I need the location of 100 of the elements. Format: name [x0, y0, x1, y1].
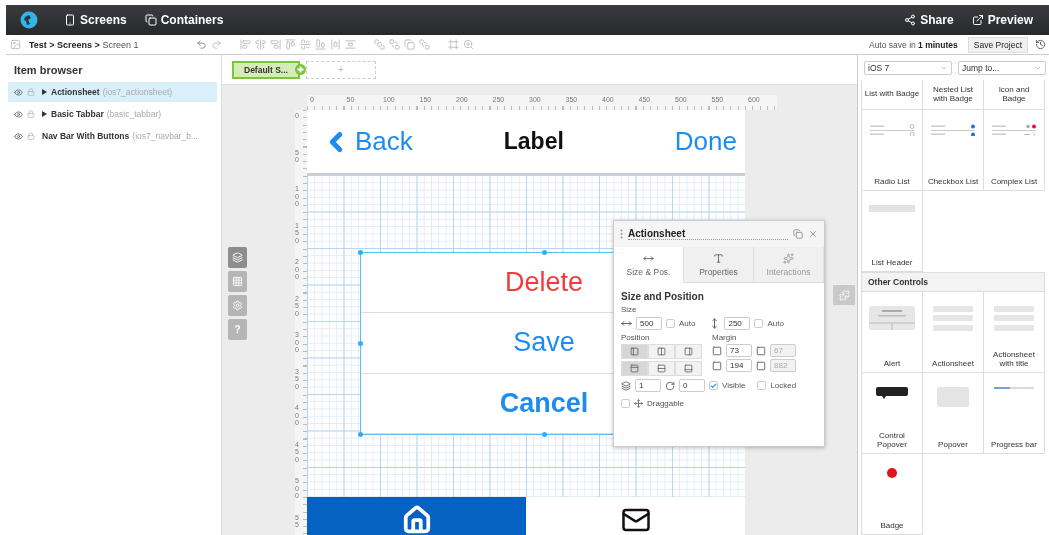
lock-icon[interactable] [27, 110, 35, 118]
checkbox[interactable] [757, 381, 767, 390]
panel-toggle-button[interactable] [833, 285, 855, 305]
library-item[interactable]: Actionsheet with title [984, 292, 1045, 373]
checkbox[interactable] [666, 319, 675, 328]
radio-list-thumbnail [869, 124, 915, 136]
panel-tab[interactable]: Properties [684, 247, 754, 283]
section-header: Other Controls [861, 272, 1045, 292]
item-row[interactable]: Actionsheet (ios7_actionsheet) [8, 82, 217, 102]
checkbox[interactable] [754, 319, 764, 328]
expand-arrow-icon[interactable] [42, 89, 47, 95]
resize-handle[interactable] [358, 341, 363, 346]
expand-arrow-icon[interactable] [42, 111, 47, 117]
lock-icon[interactable] [27, 132, 35, 140]
share-icon [904, 14, 917, 26]
nav-button[interactable]: Share [902, 11, 956, 29]
checkbox[interactable] [621, 399, 630, 408]
badge-thumbnail [887, 468, 897, 478]
library-item[interactable]: Icon and Badge [984, 80, 1045, 110]
library-item[interactable]: Popover [923, 373, 984, 454]
margin-field[interactable]: 73 [726, 344, 752, 357]
align-bottom-icon[interactable] [315, 39, 327, 50]
layer-icon [621, 380, 631, 391]
item-row[interactable]: Nav Bar With Buttons (ios7_navbar_b... [8, 126, 217, 146]
position-button[interactable] [621, 361, 648, 376]
library-item[interactable]: Progress bar [984, 373, 1045, 454]
grid-button[interactable] [228, 271, 247, 292]
panel-tab[interactable]: Size & Pos. [614, 247, 684, 283]
undo-icon[interactable] [196, 39, 208, 50]
resize-handle[interactable] [358, 432, 363, 437]
checkbox[interactable] [709, 381, 718, 390]
library-item[interactable]: List Header [862, 191, 923, 272]
nav-button[interactable]: Preview [969, 11, 1035, 29]
rotate-icon [665, 380, 675, 391]
eye-icon[interactable] [14, 87, 23, 97]
home-icon [401, 505, 432, 535]
position-button[interactable] [648, 344, 675, 359]
align-center-icon [657, 347, 666, 356]
library-item[interactable]: Complex List [984, 110, 1045, 191]
resize-handle[interactable] [542, 432, 547, 437]
eye-icon[interactable] [14, 131, 23, 141]
rotation-field[interactable]: 0 [679, 379, 705, 392]
align-right-icon[interactable] [270, 39, 282, 50]
height-field[interactable]: 250 [724, 317, 751, 330]
field-label: Position [621, 333, 651, 342]
position-button[interactable] [648, 361, 675, 376]
add-icon[interactable] [294, 64, 306, 75]
nav-button[interactable]: Containers [142, 11, 226, 29]
align-middle-icon[interactable] [300, 39, 312, 50]
library-item[interactable]: Radio List [862, 110, 923, 191]
layers-button[interactable] [228, 247, 247, 268]
position-button[interactable] [675, 344, 702, 359]
state-tab[interactable]: Default S... [232, 60, 300, 79]
margin-field[interactable]: 194 [726, 359, 752, 372]
library-item[interactable]: Checkbox List [923, 110, 984, 191]
section-title: Size and Position [621, 291, 705, 302]
position-button[interactable] [621, 344, 648, 359]
platform-select[interactable]: iOS 7 [864, 60, 952, 75]
align-top-icon[interactable] [285, 39, 297, 50]
zoom-icon[interactable] [463, 39, 475, 50]
library-item[interactable]: List with Badge [862, 80, 923, 110]
position-button[interactable] [675, 361, 702, 376]
lock-icon[interactable] [27, 88, 35, 96]
item-name: Nav Bar With Buttons [42, 131, 130, 141]
layer-field[interactable]: 1 [635, 379, 661, 392]
library-item[interactable]: Badge [862, 454, 923, 535]
align-center-icon[interactable] [255, 39, 267, 50]
save-project-button[interactable]: Save Project [967, 36, 1028, 53]
align-right-icon [684, 347, 693, 356]
align-left-icon[interactable] [240, 39, 252, 50]
sparkle-icon [783, 252, 794, 264]
grid-icon [232, 276, 243, 287]
send-back-icon[interactable] [389, 39, 401, 50]
history-icon[interactable] [1035, 39, 1046, 50]
item-type: (ios7_actionsheet) [102, 87, 173, 97]
copy-icon[interactable] [404, 39, 416, 50]
eye-icon[interactable] [14, 109, 23, 119]
redo-icon[interactable] [211, 39, 223, 50]
library-item[interactable]: Nested List with Badge [923, 80, 984, 110]
settings-button[interactable] [228, 295, 247, 316]
margin-icon [712, 360, 722, 371]
resize-handle[interactable] [358, 250, 363, 255]
jump-select[interactable]: Jump to... [958, 60, 1046, 75]
resize-handle[interactable] [542, 250, 547, 255]
item-row[interactable]: Basic Tabbar (basic_tabbar) [8, 104, 217, 124]
detach-icon[interactable] [793, 229, 803, 239]
bring-front-icon[interactable] [374, 39, 386, 50]
stack-icon[interactable] [419, 39, 431, 50]
nav-button[interactable]: Screens [62, 11, 129, 29]
library-item[interactable]: Actionsheet [923, 292, 984, 373]
width-field[interactable]: 500 [636, 317, 662, 330]
tab-bar-item[interactable] [307, 497, 526, 535]
distribute-icon[interactable] [330, 39, 342, 50]
close-icon[interactable] [808, 229, 818, 239]
library-item[interactable]: Control Popover [862, 373, 923, 454]
phone-icon [64, 14, 76, 26]
frame-icon[interactable] [448, 39, 460, 50]
distribute-icon[interactable] [345, 39, 357, 50]
drag-grip-icon[interactable] [620, 229, 623, 239]
library-item[interactable]: Alert [862, 292, 923, 373]
